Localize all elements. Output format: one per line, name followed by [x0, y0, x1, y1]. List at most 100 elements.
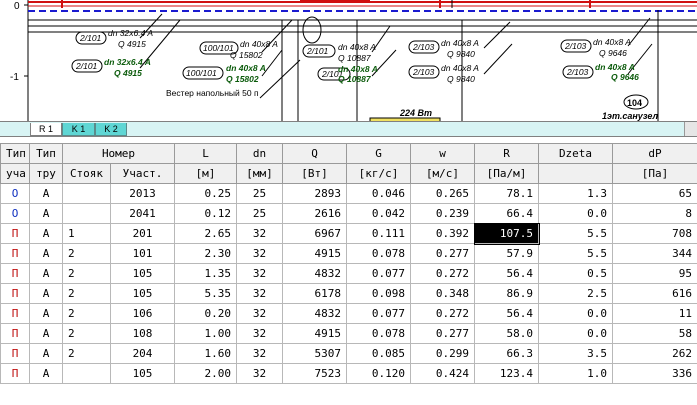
header-cell[interactable]: [м/с] [410, 163, 475, 184]
header-cell[interactable]: [кг/с] [346, 163, 411, 184]
header-cell[interactable]: Стояк [62, 163, 111, 184]
cell-q[interactable]: 4915 [282, 243, 347, 264]
cell-l[interactable]: 2.00 [174, 363, 237, 384]
cell-dzeta[interactable]: 1.0 [538, 363, 613, 384]
cell-r[interactable]: 58.0 [474, 323, 539, 344]
cell-g[interactable]: 0.042 [346, 203, 411, 224]
header-cell[interactable]: Участ. [110, 163, 175, 184]
cell-w[interactable]: 0.348 [410, 283, 475, 304]
cell-riser[interactable]: 2 [62, 263, 111, 284]
cell-riser[interactable]: 2 [62, 243, 111, 264]
cell-q[interactable]: 2616 [282, 203, 347, 224]
cell-dn[interactable]: 32 [236, 323, 283, 344]
cell-w[interactable]: 0.277 [410, 243, 475, 264]
cell-w[interactable]: 0.239 [410, 203, 475, 224]
cell-l[interactable]: 0.25 [174, 183, 237, 204]
cell-q[interactable]: 7523 [282, 363, 347, 384]
cell-pipe[interactable]: А [29, 183, 63, 204]
cell-type[interactable]: П [0, 343, 30, 364]
cell-pipe[interactable]: А [29, 283, 63, 304]
header-cell[interactable]: dP [612, 143, 697, 164]
cell-section[interactable]: 108 [110, 323, 175, 344]
header-cell[interactable]: [м] [174, 163, 237, 184]
cell-dn[interactable]: 32 [236, 343, 283, 364]
cell-riser[interactable] [62, 203, 111, 224]
cell-dzeta[interactable]: 5.5 [538, 243, 613, 264]
cell-dn[interactable]: 32 [236, 263, 283, 284]
cell-dzeta[interactable]: 5.5 [538, 223, 613, 244]
cell-g[interactable]: 0.111 [346, 223, 411, 244]
cell-q[interactable]: 4832 [282, 303, 347, 324]
cell-g[interactable]: 0.085 [346, 343, 411, 364]
table-row[interactable]: О А 2013 0.25 25 2893 0.046 0.265 78.1 1.3 65 [0, 183, 697, 204]
cell-g[interactable]: 0.098 [346, 283, 411, 304]
cell-r[interactable]: 57.9 [474, 243, 539, 264]
cell-pipe[interactable]: А [29, 203, 63, 224]
cell-r[interactable]: 56.4 [474, 303, 539, 324]
tab-scroll-button[interactable] [684, 122, 697, 136]
cell-g[interactable]: 0.078 [346, 323, 411, 344]
cell-w[interactable]: 0.424 [410, 363, 475, 384]
cell-dp[interactable]: 344 [612, 243, 697, 264]
cell-dn[interactable]: 25 [236, 203, 283, 224]
cell-type[interactable]: П [0, 323, 30, 344]
header-cell[interactable]: [Па] [612, 163, 697, 184]
cell-section[interactable]: 204 [110, 343, 175, 364]
header-cell[interactable]: [Па/м] [474, 163, 539, 184]
table-row[interactable]: П А 2 105 1.35 32 4832 0.077 0.272 56.4 0.5 95 [0, 263, 697, 284]
cell-l[interactable]: 1.00 [174, 323, 237, 344]
cell-r[interactable]: 123.4 [474, 363, 539, 384]
cell-dp[interactable]: 336 [612, 363, 697, 384]
cell-pipe[interactable]: А [29, 323, 63, 344]
table-row[interactable]: П А 2 105 5.35 32 6178 0.098 0.348 86.9 2.5 616 [0, 283, 697, 304]
cell-w[interactable]: 0.277 [410, 323, 475, 344]
cell-pipe[interactable]: А [29, 303, 63, 324]
cell-riser[interactable] [62, 363, 111, 384]
cell-w[interactable]: 0.265 [410, 183, 475, 204]
cell-r[interactable]: 86.9 [474, 283, 539, 304]
cell-section[interactable]: 201 [110, 223, 175, 244]
cell-l[interactable]: 0.20 [174, 303, 237, 324]
cell-q[interactable]: 6967 [282, 223, 347, 244]
cell-dzeta[interactable]: 0.0 [538, 303, 613, 324]
cell-section[interactable]: 105 [110, 263, 175, 284]
cell-section[interactable]: 105 [110, 363, 175, 384]
cell-type[interactable]: П [0, 263, 30, 284]
cell-riser[interactable]: 2 [62, 303, 111, 324]
cell-g[interactable]: 0.077 [346, 303, 411, 324]
header-cell[interactable] [538, 163, 613, 184]
cell-riser[interactable] [62, 183, 111, 204]
cell-w[interactable]: 0.299 [410, 343, 475, 364]
cell-dn[interactable]: 32 [236, 363, 283, 384]
cell-dp[interactable]: 65 [612, 183, 697, 204]
cell-type[interactable]: П [0, 243, 30, 264]
cell-dn[interactable]: 32 [236, 223, 283, 244]
cell-type[interactable]: О [0, 183, 30, 204]
cell-section[interactable]: 101 [110, 243, 175, 264]
cell-riser[interactable]: 1 [62, 223, 111, 244]
cell-pipe[interactable]: А [29, 223, 63, 244]
cell-g[interactable]: 0.078 [346, 243, 411, 264]
cell-riser[interactable]: 2 [62, 283, 111, 304]
tab-r1[interactable]: R 1 [30, 123, 62, 136]
cell-dzeta[interactable]: 0.0 [538, 323, 613, 344]
header-cell[interactable]: dn [236, 143, 283, 164]
cell-dzeta[interactable]: 3.5 [538, 343, 613, 364]
cell-type[interactable]: П [0, 303, 30, 324]
cell-dp[interactable]: 58 [612, 323, 697, 344]
cell-dp[interactable]: 616 [612, 283, 697, 304]
cell-dp[interactable]: 8 [612, 203, 697, 224]
cell-type[interactable]: П [0, 363, 30, 384]
valve-symbol[interactable] [302, 16, 322, 44]
header-cell[interactable]: [мм] [236, 163, 283, 184]
cell-g[interactable]: 0.120 [346, 363, 411, 384]
pipe-schematic[interactable]: 0 -1 2/101 dn 32x6.4 A Q 4915 2/101 dn 3… [0, 0, 697, 121]
cell-section[interactable]: 2041 [110, 203, 175, 224]
cell-r[interactable]: 66.4 [474, 203, 539, 224]
header-cell[interactable]: G [346, 143, 411, 164]
header-cell[interactable]: Тип [0, 143, 30, 164]
table-row[interactable]: О А 2041 0.12 25 2616 0.042 0.239 66.4 0.0 8 [0, 203, 697, 224]
header-cell[interactable]: Номер [62, 143, 175, 164]
cell-riser[interactable]: 2 [62, 343, 111, 364]
table-row[interactable]: П А 1 201 2.65 32 6967 0.111 0.392 107.5 5.5 708 [0, 222, 697, 245]
